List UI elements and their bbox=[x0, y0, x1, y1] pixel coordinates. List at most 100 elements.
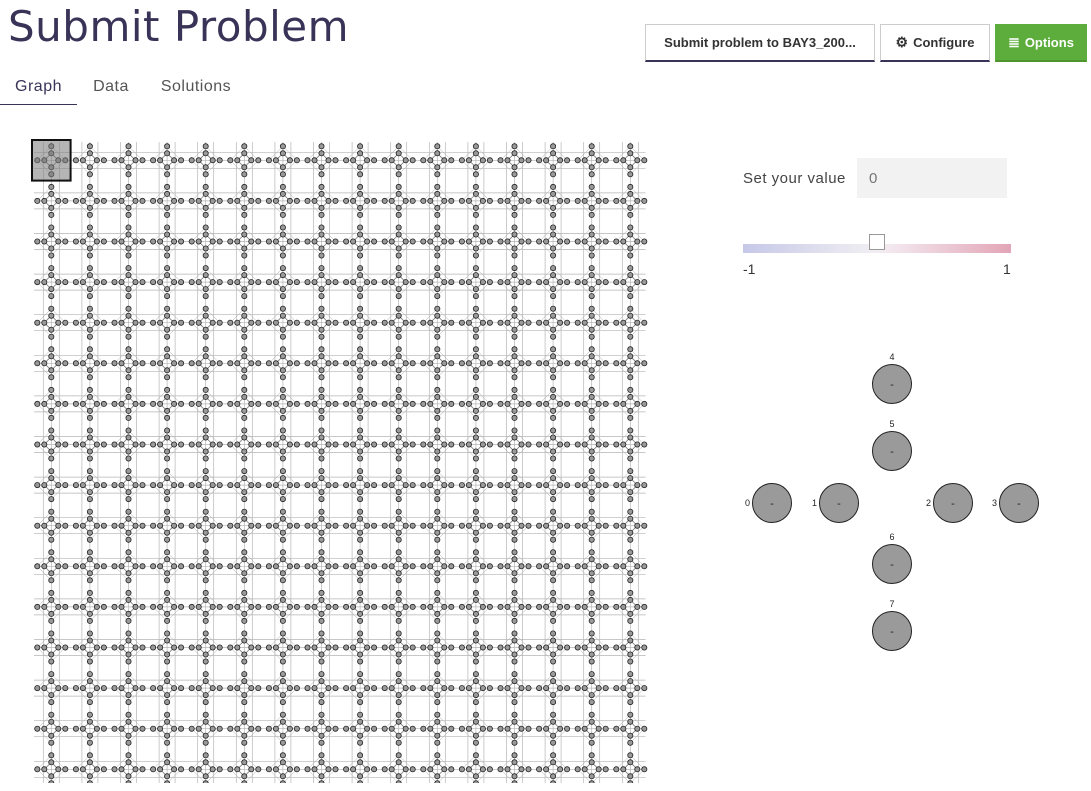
qubit-node[interactable] bbox=[62, 319, 69, 326]
qubit-node[interactable] bbox=[100, 279, 107, 286]
qubit-node[interactable] bbox=[627, 455, 634, 462]
qubit-node[interactable] bbox=[357, 773, 364, 780]
qubit-node[interactable] bbox=[234, 725, 241, 732]
qubit-node[interactable] bbox=[627, 265, 634, 272]
qubit-node[interactable] bbox=[195, 644, 202, 651]
qubit-node[interactable] bbox=[178, 482, 185, 489]
qubit-node[interactable] bbox=[279, 265, 286, 272]
qubit-node[interactable] bbox=[402, 563, 409, 570]
qubit-node[interactable] bbox=[434, 245, 441, 252]
qubit-node[interactable] bbox=[41, 603, 48, 610]
qubit-node[interactable] bbox=[627, 272, 634, 279]
qubit-node[interactable] bbox=[395, 286, 402, 293]
qubit-node[interactable] bbox=[125, 549, 132, 556]
qubit-node[interactable] bbox=[164, 333, 171, 340]
qubit-node[interactable] bbox=[293, 603, 300, 610]
qubit-node[interactable] bbox=[518, 563, 525, 570]
qubit-node[interactable] bbox=[613, 644, 620, 651]
qubit-node[interactable] bbox=[272, 725, 279, 732]
qubit-node[interactable] bbox=[164, 536, 171, 543]
qubit-node[interactable] bbox=[164, 346, 171, 353]
qubit-node[interactable] bbox=[227, 238, 234, 245]
qubit-node[interactable] bbox=[511, 171, 518, 178]
qubit-node[interactable] bbox=[125, 630, 132, 637]
qubit-node[interactable] bbox=[318, 224, 325, 231]
qubit-node[interactable] bbox=[479, 441, 486, 448]
qubit-node[interactable] bbox=[241, 651, 248, 658]
qubit-node[interactable] bbox=[234, 197, 241, 204]
qubit-node[interactable] bbox=[550, 305, 557, 312]
qubit-node[interactable] bbox=[627, 617, 634, 624]
qubit-node[interactable] bbox=[178, 725, 185, 732]
qubit-node[interactable] bbox=[627, 536, 634, 543]
qubit-node[interactable] bbox=[157, 563, 164, 570]
qubit-node[interactable] bbox=[241, 549, 248, 556]
qubit-node[interactable] bbox=[441, 482, 448, 489]
qubit-node[interactable] bbox=[486, 400, 493, 407]
qubit-node[interactable] bbox=[118, 685, 125, 692]
qubit-node[interactable] bbox=[564, 360, 571, 367]
qubit-node[interactable] bbox=[504, 238, 511, 245]
qubit-node[interactable] bbox=[202, 245, 209, 252]
qubit-node[interactable] bbox=[86, 414, 93, 421]
qubit-node[interactable] bbox=[434, 711, 441, 718]
qubit-node[interactable] bbox=[343, 157, 350, 164]
qubit-node[interactable] bbox=[427, 563, 434, 570]
qubit-node[interactable] bbox=[627, 556, 634, 563]
qubit-node[interactable] bbox=[93, 766, 100, 773]
qubit-node[interactable] bbox=[157, 766, 164, 773]
qubit-node[interactable] bbox=[195, 400, 202, 407]
qubit-node[interactable] bbox=[448, 644, 455, 651]
qubit-node[interactable] bbox=[479, 563, 486, 570]
qubit-node[interactable] bbox=[164, 455, 171, 462]
qubit-node[interactable] bbox=[150, 563, 157, 570]
qubit-node[interactable] bbox=[157, 197, 164, 204]
qubit-node[interactable] bbox=[409, 197, 416, 204]
qubit-node[interactable] bbox=[255, 644, 262, 651]
qubit-node[interactable] bbox=[588, 549, 595, 556]
qubit-node[interactable] bbox=[304, 319, 311, 326]
qubit-node[interactable] bbox=[41, 360, 48, 367]
qubit-node[interactable] bbox=[595, 279, 602, 286]
qubit-node[interactable] bbox=[420, 563, 427, 570]
qubit-node[interactable] bbox=[55, 319, 62, 326]
qubit-node[interactable] bbox=[132, 400, 139, 407]
qubit-node[interactable] bbox=[511, 183, 518, 190]
qubit-node[interactable] bbox=[79, 400, 86, 407]
qubit-node[interactable] bbox=[286, 400, 293, 407]
qubit-node[interactable] bbox=[48, 678, 55, 685]
qubit-node[interactable] bbox=[364, 197, 371, 204]
qubit-node[interactable] bbox=[332, 644, 339, 651]
qubit-node[interactable] bbox=[381, 482, 388, 489]
qubit-node[interactable] bbox=[472, 718, 479, 725]
qubit-node[interactable] bbox=[164, 374, 171, 381]
qubit-node[interactable] bbox=[357, 211, 364, 218]
qubit-node[interactable] bbox=[550, 699, 557, 706]
qubit-node[interactable] bbox=[279, 752, 286, 759]
qubit-node[interactable] bbox=[595, 766, 602, 773]
qubit-node[interactable] bbox=[286, 563, 293, 570]
qubit-node[interactable] bbox=[472, 699, 479, 706]
qubit-node[interactable] bbox=[518, 685, 525, 692]
qubit-node[interactable] bbox=[255, 238, 262, 245]
qubit-node[interactable] bbox=[350, 157, 357, 164]
qubit-node[interactable] bbox=[202, 346, 209, 353]
qubit-node[interactable] bbox=[318, 732, 325, 739]
qubit-node[interactable] bbox=[588, 326, 595, 333]
qubit-node[interactable] bbox=[409, 279, 416, 286]
qubit-node[interactable] bbox=[279, 773, 286, 780]
qubit-node[interactable] bbox=[434, 204, 441, 211]
qubit-node[interactable] bbox=[48, 617, 55, 624]
qubit-node[interactable] bbox=[420, 238, 427, 245]
qubit-node[interactable] bbox=[125, 286, 132, 293]
qubit-node[interactable] bbox=[93, 685, 100, 692]
qubit-node[interactable] bbox=[86, 312, 93, 319]
qubit-node[interactable] bbox=[86, 692, 93, 699]
qubit-node[interactable] bbox=[641, 441, 648, 448]
qubit-node[interactable] bbox=[371, 685, 378, 692]
qubit-node[interactable] bbox=[272, 197, 279, 204]
qubit-node[interactable] bbox=[216, 360, 223, 367]
qubit-node[interactable] bbox=[227, 197, 234, 204]
qubit-node[interactable] bbox=[543, 400, 550, 407]
qubit-node[interactable] bbox=[504, 157, 511, 164]
